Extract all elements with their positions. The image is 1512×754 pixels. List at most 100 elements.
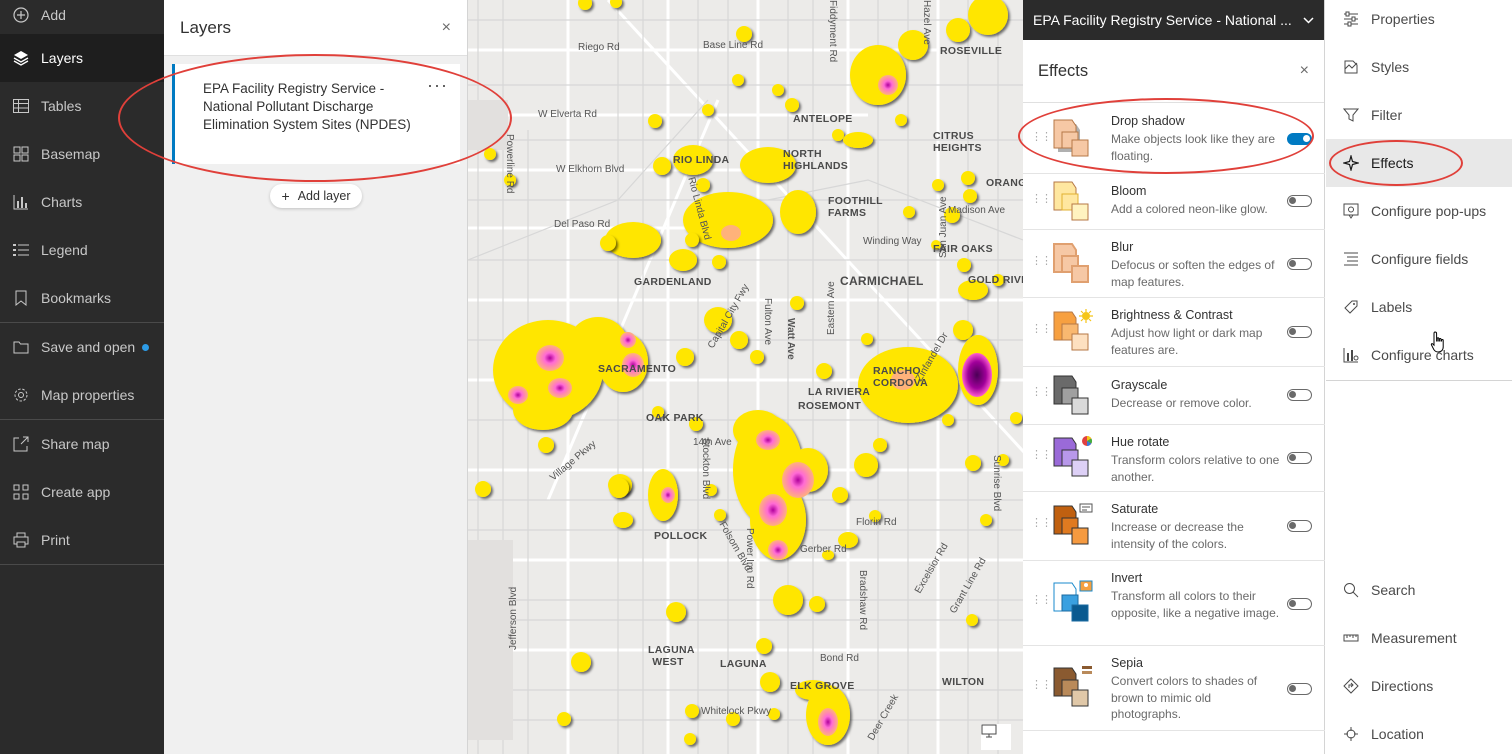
add-layer-button[interactable]: + Add layer <box>270 184 362 208</box>
map-label: Madison Ave <box>948 205 1006 216</box>
nav-bookmarks[interactable]: Bookmarks <box>0 274 164 322</box>
effect-item-saturate[interactable]: ⋮⋮ Saturate Increase or decrease the int… <box>1023 492 1325 561</box>
drag-handle-icon[interactable]: ⋮⋮ <box>1031 680 1052 691</box>
layer-selector[interactable]: EPA Facility Registry Service - National… <box>1023 0 1324 40</box>
tool-labels[interactable]: Labels <box>1326 283 1512 331</box>
drag-handle-icon[interactable]: ⋮⋮ <box>1031 387 1052 398</box>
grayscale-toggle[interactable] <box>1287 389 1312 401</box>
tool-configure-popups[interactable]: Configure pop-ups <box>1326 187 1512 235</box>
nav-map-properties-label: Map properties <box>41 387 135 403</box>
screen-toggle-button[interactable] <box>981 724 1011 750</box>
brightness-toggle[interactable] <box>1287 326 1312 338</box>
drag-handle-icon[interactable]: ⋮⋮ <box>1031 450 1052 461</box>
hand-cursor-icon <box>1430 330 1448 357</box>
map-label: Bond Rd <box>820 653 859 664</box>
close-icon[interactable]: × <box>1300 62 1309 80</box>
effect-item-drop-shadow[interactable]: ⋮⋮ Drop shadow Make objects look like th… <box>1023 104 1325 174</box>
map-label: Bradshaw Rd <box>857 570 868 631</box>
effect-item-sepia[interactable]: ⋮⋮ Sepia Convert colors to shades of bro… <box>1023 646 1325 731</box>
styles-icon <box>1342 58 1360 76</box>
tool-effects[interactable]: Effects <box>1326 139 1512 187</box>
nav-add[interactable]: Add <box>0 0 164 34</box>
sepia-toggle[interactable] <box>1287 683 1312 695</box>
effect-desc: Decrease or remove color. <box>1111 396 1252 410</box>
drag-handle-icon[interactable]: ⋮⋮ <box>1031 194 1052 205</box>
unsaved-dot-badge <box>142 343 150 351</box>
nav-share-map[interactable]: Share map <box>0 420 164 468</box>
tool-measurement[interactable]: Measurement <box>1326 614 1512 662</box>
invert-icon <box>1048 579 1096 627</box>
fields-icon <box>1342 250 1360 268</box>
layers-title: Layers <box>180 17 232 37</box>
map-label: RIO LINDA <box>673 154 730 166</box>
map-label: ROSEMONT <box>798 400 862 412</box>
print-icon <box>12 531 30 549</box>
layer-selector-label: EPA Facility Registry Service - National… <box>1033 12 1292 28</box>
drop-shadow-toggle[interactable] <box>1287 133 1312 145</box>
map-label: 14th Ave <box>693 437 732 448</box>
effect-desc: Transform colors relative to one another… <box>1111 453 1280 484</box>
blur-toggle[interactable] <box>1287 258 1312 270</box>
tool-label: Properties <box>1371 11 1435 27</box>
location-icon <box>1342 725 1360 743</box>
drag-handle-icon[interactable]: ⋮⋮ <box>1031 518 1052 529</box>
effect-item-hue-rotate[interactable]: ⋮⋮ Hue rotate Transform colors relative … <box>1023 425 1325 492</box>
nav-legend[interactable]: Legend <box>0 226 164 274</box>
nav-add-label: Add <box>41 7 66 23</box>
map-label: Powerline Rd <box>504 134 515 194</box>
nav-tables[interactable]: Tables <box>0 82 164 130</box>
configure-charts-icon <box>1342 346 1360 364</box>
drag-handle-icon[interactable]: ⋮⋮ <box>1031 324 1052 335</box>
drag-handle-icon[interactable]: ⋮⋮ <box>1031 256 1052 267</box>
basemap-icon <box>12 145 30 163</box>
bookmark-icon <box>12 289 30 307</box>
nav-basemap[interactable]: Basemap <box>0 130 164 178</box>
tool-filter[interactable]: Filter <box>1326 91 1512 139</box>
tool-configure-charts[interactable]: Configure charts <box>1326 331 1512 379</box>
map-label: W Elverta Rd <box>538 109 597 120</box>
map-label: LAGUNA <box>720 658 767 670</box>
effect-item-invert[interactable]: ⋮⋮ Invert Transform all colors to their … <box>1023 561 1325 646</box>
drag-handle-icon[interactable]: ⋮⋮ <box>1031 595 1052 606</box>
saturate-toggle[interactable] <box>1287 520 1312 532</box>
tool-label: Search <box>1371 582 1416 598</box>
effect-item-bloom[interactable]: ⋮⋮ Bloom Add a colored neon-like glow. <box>1023 174 1325 230</box>
map-label: ELK GROVE <box>790 680 855 692</box>
effect-item-blur[interactable]: ⋮⋮ Blur Defocus or soften the edges of m… <box>1023 230 1325 298</box>
nav-create-app[interactable]: Create app <box>0 468 164 516</box>
effect-item-brightness-contrast[interactable]: ⋮⋮ Brightness & Contrast Adjust how ligh… <box>1023 298 1325 367</box>
nav-print[interactable]: Print <box>0 516 164 564</box>
effect-desc: Transform all colors to their opposite, … <box>1111 589 1280 620</box>
tool-search[interactable]: Search <box>1326 566 1512 614</box>
invert-toggle[interactable] <box>1287 598 1312 610</box>
bloom-toggle[interactable] <box>1287 195 1312 207</box>
nav-save-open-label: Save and open <box>41 339 136 355</box>
effect-name: Grayscale <box>1111 378 1168 392</box>
nav-layers[interactable]: Layers <box>0 34 164 82</box>
effect-desc: Add a colored neon-like glow. <box>1111 202 1268 216</box>
more-options-icon[interactable]: ··· <box>427 76 448 94</box>
effect-name: Hue rotate <box>1111 435 1170 449</box>
drag-handle-icon[interactable]: ⋮⋮ <box>1031 132 1052 143</box>
tool-configure-fields[interactable]: Configure fields <box>1326 235 1512 283</box>
map-view[interactable]: Riego Rd Base Line Rd W Elverta Rd ANTEL… <box>468 0 1023 754</box>
effect-desc: Increase or decrease the intensity of th… <box>1111 520 1244 551</box>
layer-item-npdes[interactable]: EPA Facility Registry Service - National… <box>172 64 460 164</box>
tool-location[interactable]: Location <box>1326 710 1512 754</box>
table-icon <box>12 97 30 115</box>
map-label: W Elkhorn Blvd <box>556 164 625 175</box>
tool-styles[interactable]: Styles <box>1326 43 1512 91</box>
nav-charts[interactable]: Charts <box>0 178 164 226</box>
left-nav: Add Layers Tables Basemap Charts Legend … <box>0 0 164 754</box>
nav-map-properties[interactable]: Map properties <box>0 371 164 419</box>
hue-rotate-toggle[interactable] <box>1287 452 1312 464</box>
nav-save-open[interactable]: Save and open <box>0 323 164 371</box>
tool-label: Labels <box>1371 299 1413 315</box>
effects-panel: EPA Facility Registry Service - National… <box>1023 0 1325 754</box>
directions-icon <box>1342 677 1360 695</box>
effect-item-grayscale[interactable]: ⋮⋮ Grayscale Decrease or remove color. <box>1023 367 1325 425</box>
tool-directions[interactable]: Directions <box>1326 662 1512 710</box>
close-icon[interactable]: × <box>442 19 451 37</box>
effect-desc: Make objects look like they are floating… <box>1111 132 1276 163</box>
tool-properties[interactable]: Properties <box>1326 0 1512 38</box>
